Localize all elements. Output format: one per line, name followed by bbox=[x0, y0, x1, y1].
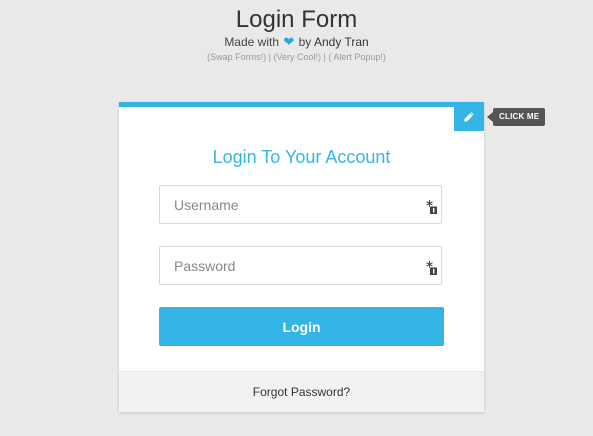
form-title: Login To Your Account bbox=[212, 147, 391, 167]
password-input[interactable] bbox=[160, 247, 414, 284]
card-accent-bar bbox=[119, 102, 484, 107]
page-header: Login Form Made with ❤ by Andy Tran (Swa… bbox=[0, 6, 593, 63]
password-field bbox=[159, 246, 442, 285]
password-key-icon bbox=[426, 261, 437, 275]
login-card: Login To Your Account Login Forgot Passw… bbox=[119, 102, 484, 412]
by-text: by bbox=[298, 35, 312, 49]
username-input[interactable] bbox=[160, 186, 414, 223]
toggle-form-button[interactable] bbox=[454, 102, 484, 131]
made-with-text: Made with bbox=[224, 35, 280, 49]
click-me-tooltip: CLICK ME bbox=[486, 108, 546, 126]
alert-popup-link[interactable]: ( Alert Popup!) bbox=[328, 52, 386, 62]
author-link[interactable]: Andy Tran bbox=[314, 35, 369, 49]
very-cool-link[interactable]: (Very Cool!) bbox=[273, 52, 321, 62]
swap-forms-link[interactable]: (Swap Forms!) bbox=[207, 52, 266, 62]
page-title: Login Form bbox=[235, 6, 358, 33]
pencil-icon bbox=[464, 111, 474, 122]
login-button[interactable]: Login bbox=[159, 307, 444, 346]
heart-icon: ❤ bbox=[283, 34, 295, 49]
card-footer: Forgot Password? bbox=[119, 371, 484, 412]
forgot-password-link[interactable]: Forgot Password? bbox=[253, 385, 350, 399]
username-field bbox=[159, 185, 442, 224]
subtitle: Made with ❤ by Andy Tran bbox=[0, 34, 593, 50]
demo-links: (Swap Forms!) | (Very Cool!) | ( Alert P… bbox=[0, 52, 593, 63]
user-key-icon bbox=[426, 200, 437, 214]
